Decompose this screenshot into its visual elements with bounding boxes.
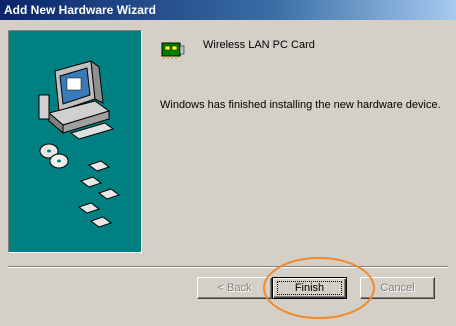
network-card-icon [161, 40, 185, 60]
wizard-window: Add New Hardware Wizard Wireless LAN PC … [0, 0, 456, 326]
focus-rectangle [277, 281, 342, 295]
cd-icon [39, 143, 69, 169]
completion-message: Windows has finished installing the new … [160, 99, 441, 111]
window-title: Add New Hardware Wizard [4, 3, 156, 17]
back-button[interactable]: < Back [197, 277, 272, 299]
device-name: Wireless LAN PC Card [203, 39, 315, 51]
title-bar[interactable]: Add New Hardware Wizard [0, 0, 456, 20]
wizard-illustration [8, 30, 142, 253]
cancel-button[interactable]: Cancel [360, 277, 435, 299]
finish-button[interactable]: Finish [272, 277, 347, 299]
divider [8, 266, 448, 268]
computer-icon [38, 59, 115, 140]
floppy-disk-icon [77, 160, 121, 228]
